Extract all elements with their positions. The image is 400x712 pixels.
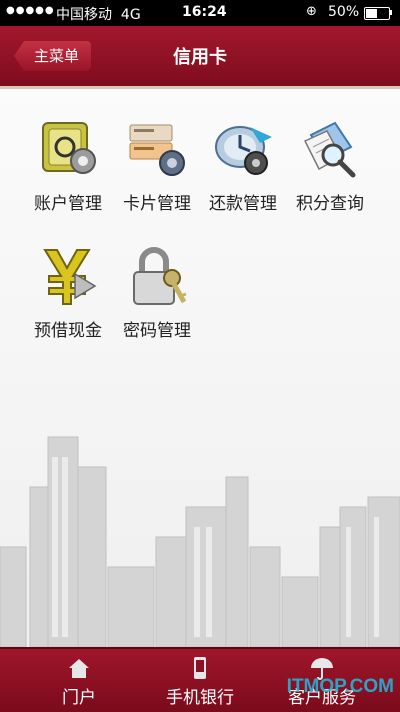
account-management-icon [42,122,96,174]
menu-item-label: 预借现金 [34,321,102,341]
cash-advance-icon [43,249,97,305]
menu-item-label: 账户管理 [34,194,102,214]
password-management-icon [133,247,187,305]
battery-percentage: 50% [328,4,360,20]
watermark: ITMOP.COM [286,676,394,697]
rotation-lock-icon: ⊕ [306,4,317,19]
tab-bar: 门户 手机银行 客户服务 ITMOP.COM [0,647,400,712]
network-type: 4G [120,7,141,23]
menu-item-account-management[interactable]: 账户管理 [25,117,111,214]
phone-icon [194,657,206,679]
tab-mobile-banking[interactable]: 手机银行 [152,649,248,712]
clock: 16:24 [182,4,227,20]
menu-item-cash-advance[interactable]: 预借现金 [25,244,111,341]
status-bar: ●●●●● 中国移动 4G 16:24 ⊕ 50% [0,0,400,26]
signal-strength: ●●●●● [6,5,55,16]
menu-item-points-query[interactable]: 积分查询 [287,117,373,214]
tab-home[interactable]: 门户 [44,649,114,712]
battery-icon [364,7,390,20]
carrier-name: 中国移动 [56,7,112,23]
menu-item-password-management[interactable]: 密码管理 [114,244,200,341]
menu-area: 账户管理 卡片管理 还款管理 积分查询 预借现金 密码管理 [0,89,400,647]
menu-item-label: 密码管理 [123,321,191,341]
tab-label: 手机银行 [166,688,234,708]
city-skyline-illustration [0,436,400,647]
menu-item-card-management[interactable]: 卡片管理 [114,117,200,214]
tab-label: 门户 [62,688,96,708]
repayment-management-icon [215,126,272,175]
menu-item-label: 积分查询 [296,194,364,214]
points-query-icon [303,121,356,178]
home-icon [69,659,89,678]
card-management-icon [129,124,185,176]
menu-item-label: 卡片管理 [123,194,191,214]
menu-item-repayment-management[interactable]: 还款管理 [200,117,286,214]
menu-item-label: 还款管理 [209,194,277,214]
nav-bar: 主菜单 信用卡 [0,26,400,89]
page-title: 信用卡 [173,47,227,68]
